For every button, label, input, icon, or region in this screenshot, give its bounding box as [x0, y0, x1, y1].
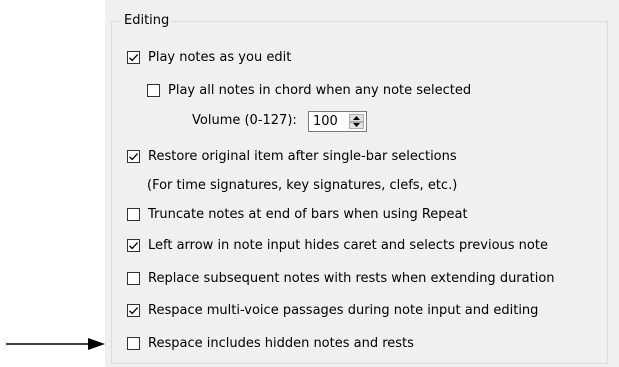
checkbox-label: Respace multi-voice passages during note… [148, 302, 539, 318]
volume-label: Volume (0-127): [192, 113, 297, 128]
checkbox-box[interactable] [127, 303, 140, 317]
checkbox-box[interactable] [127, 50, 140, 64]
left-arrow-hides-caret-checkbox[interactable]: Left arrow in note input hides caret and… [127, 235, 548, 255]
checkbox-box[interactable] [127, 149, 140, 163]
restore-note: (For time signatures, key signatures, cl… [147, 178, 458, 193]
checkbox-label: Restore original item after single-bar s… [148, 148, 457, 164]
checkmark-icon [129, 53, 139, 61]
chevron-up-icon [353, 115, 360, 120]
checkbox-box[interactable] [127, 336, 140, 350]
checkbox-label: Respace includes hidden notes and rests [148, 335, 414, 351]
checkbox-label: Replace subsequent notes with rests when… [148, 270, 555, 286]
spin-buttons [349, 114, 364, 129]
right-arrow-icon [6, 338, 105, 350]
checkbox-box[interactable] [127, 207, 140, 221]
spin-up-button[interactable] [349, 114, 364, 122]
checkbox-label: Play all notes in chord when any note se… [168, 82, 472, 98]
restore-original-checkbox[interactable]: Restore original item after single-bar s… [127, 146, 457, 166]
checkbox-label: Truncate notes at end of bars when using… [148, 206, 468, 222]
replace-subsequent-checkbox[interactable]: Replace subsequent notes with rests when… [127, 268, 555, 288]
play-all-notes-chord-checkbox[interactable]: Play all notes in chord when any note se… [147, 80, 471, 100]
checkmark-icon [129, 152, 139, 160]
respace-multivoice-checkbox[interactable]: Respace multi-voice passages during note… [127, 300, 538, 320]
respace-hidden-checkbox[interactable]: Respace includes hidden notes and rests [127, 333, 414, 353]
chevron-down-icon [353, 123, 360, 128]
checkbox-label: Play notes as you edit [148, 49, 292, 65]
spin-down-button[interactable] [349, 121, 364, 129]
checkbox-label: Left arrow in note input hides caret and… [148, 237, 548, 253]
volume-value[interactable]: 100 [313, 112, 338, 131]
volume-spinbox[interactable]: 100 [308, 111, 367, 132]
group-title: Editing [121, 12, 173, 30]
checkmark-icon [129, 241, 139, 249]
checkmark-icon [129, 306, 139, 314]
checkbox-box[interactable] [147, 83, 160, 97]
checkbox-box[interactable] [127, 271, 140, 285]
play-notes-checkbox[interactable]: Play notes as you edit [127, 47, 291, 67]
truncate-notes-checkbox[interactable]: Truncate notes at end of bars when using… [127, 204, 468, 224]
checkbox-box[interactable] [127, 238, 140, 252]
